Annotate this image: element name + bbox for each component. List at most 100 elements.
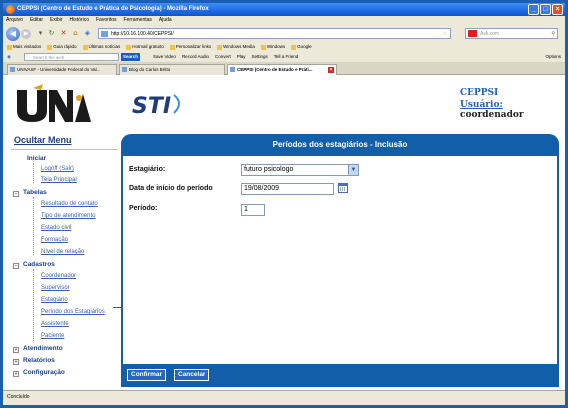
toolbar-item[interactable]: Tell a Friend [274,52,299,62]
forward-icon[interactable]: ▶ [21,29,31,39]
expander-expand-icon[interactable]: + [13,359,19,365]
menu-arquivo[interactable]: Arquivo [6,16,23,25]
cancel-button[interactable]: Cancelar [174,369,210,381]
sidebar-menu: Ocultar Menu Iniciar Logoff (Sair) Tela … [11,133,118,383]
page-content: STI CEPPSI Usuário: coordenador Ocultar … [3,76,565,390]
search-magnifier-icon[interactable]: ⚲ [551,29,555,39]
tab-univasf[interactable]: UNIVASF - Universidade Federal do Val... [7,64,117,75]
toolbar-options[interactable]: Options [545,52,561,62]
section-relatorios[interactable]: Relatórios [23,357,55,364]
toolbar-item[interactable]: Convert [215,52,231,62]
bookmark-item[interactable]: Hotmail gratuito [126,42,164,52]
tab-ceppsi[interactable]: CEPPSI (Centro de Estudo e Práti... × [227,64,337,75]
form-title: Períodos dos estagiários - Inclusão [121,134,559,156]
univasf-logo [17,84,91,122]
calendar-icon[interactable] [338,183,348,193]
bookmark-icon [47,44,53,50]
search-bar[interactable]: Ask.com ⚲ [465,28,558,39]
sidebar-item-coordenador[interactable]: Coordenador [41,273,76,279]
page-info-icon[interactable]: ◈ [83,29,92,38]
sidebar-item-tipo-atendimento[interactable]: Tipo de atendimento [41,213,95,219]
bookmark-item[interactable]: Personalizar links [169,42,211,52]
chevron-down-icon[interactable]: ▼ [348,165,358,175]
confirm-button[interactable]: Confirmar [127,369,167,381]
browser-window: CEPPSI (Centro de Estudo e Prática de Ps… [0,0,568,408]
window-controls: _ □ × [528,4,563,15]
sidebar-item-formacao[interactable]: Formação [41,237,68,243]
tab-strip: UNIVASF - Universidade Federal do Val...… [3,62,565,75]
bookmark-item[interactable]: Google [291,42,312,52]
menu-favoritos[interactable]: Favoritos [96,16,117,25]
toolbar-item[interactable]: Record Audio [182,52,209,62]
data-inicio-label: Data de início do período [129,185,213,192]
bookmark-icon [7,44,12,50]
menu-ferramentas[interactable]: Ferramentas [124,16,152,25]
dropdown-history-icon[interactable]: ▾ [36,29,45,38]
home-icon[interactable]: ⌂ [71,29,80,38]
sidebar-item-logoff[interactable]: Logoff (Sair) [41,166,74,172]
section-iniciar[interactable]: Iniciar [27,155,46,162]
minimize-button[interactable]: _ [528,4,539,15]
expander-collapse-icon[interactable]: − [13,263,19,269]
toolbar-item[interactable]: Save Video [153,52,176,62]
estagiario-select[interactable]: futuro psicologo ▼ [241,164,359,176]
sidebar-item-supervisor[interactable]: Supervisor [41,285,70,291]
bookmark-item[interactable]: Windows Media [217,42,255,52]
tree-line [33,269,34,341]
menu-editar[interactable]: Editar [30,16,43,25]
menu-exibir[interactable]: Exibir [50,16,63,25]
address-bar[interactable]: http://10.16.100.40/CEPPSI/ ☆ [98,28,451,39]
expander-collapse-icon[interactable]: − [13,191,19,197]
data-inicio-input[interactable]: 19/08/2009 [241,183,334,195]
expander-expand-icon[interactable]: + [13,371,19,377]
sidebar-item-resultado-contato[interactable]: Resultado de contato [41,201,98,207]
hide-menu-link[interactable]: Ocultar Menu [14,135,72,145]
tab-favicon [10,67,15,72]
sidebar-item-paciente[interactable]: Paciente [41,333,64,339]
periodo-input[interactable]: 1 [241,204,265,216]
sidebar-item-tela-principal[interactable]: Tela Principal [41,177,77,183]
site-favicon [101,31,108,37]
bookmark-star-icon[interactable]: ☆ [443,29,447,39]
reload-icon[interactable]: ↻ [47,29,56,38]
window-title: CEPPSI (Centro de Estudo e Prática de Ps… [17,6,209,12]
close-window-button[interactable]: × [552,4,563,15]
tree-line [33,163,34,183]
search-placeholder: Ask.com [480,31,500,37]
user-label[interactable]: Usuário: [460,100,503,110]
back-icon[interactable]: ◀ [6,27,20,41]
section-cadastros[interactable]: Cadastros [23,261,55,268]
bookmark-item[interactable]: Windows [260,42,285,52]
bookmark-item[interactable]: Guia rápido [47,42,77,52]
menu-historico[interactable]: Histórico [70,16,89,25]
sidebar-item-estado-civil[interactable]: Estado civil [41,225,71,231]
toolbar-item[interactable]: Play [237,52,246,62]
toolbar-search-input[interactable]: Search the web [24,53,119,61]
section-atendimento[interactable]: Atendimento [23,345,63,352]
sidebar-item-estagiario[interactable]: Estagiário [41,297,68,303]
sidebar-item-nivel-relacao[interactable]: Nível de relação [41,249,84,255]
search-engine-icon[interactable] [468,30,477,37]
toolbar-logo-icon: ◉ [7,54,11,59]
section-configuracao[interactable]: Configuração [23,369,65,376]
bookmark-icon [217,44,223,50]
form-panel: Períodos dos estagiários - Inclusão Esta… [121,134,559,387]
menu-ajuda[interactable]: Ajuda [159,16,172,25]
stop-icon[interactable]: ✕ [59,29,68,38]
toolbar-search-button[interactable]: Search [121,53,141,61]
firefox-icon [6,5,15,14]
sidebar-item-periodo-estagiarios[interactable]: Período dos Estagiários [41,309,105,315]
navigation-bar: ◀ ▶ ▾ ↻ ✕ ⌂ ◈ http://10.16.100.40/CEPPSI… [3,25,565,42]
estagiario-selected: futuro psicologo [244,166,294,173]
expander-expand-icon[interactable]: + [13,347,19,353]
sidebar-item-assistente[interactable]: Assistente [41,321,69,327]
form-body: Estagiário: futuro psicologo ▼ Data de i… [121,156,559,364]
section-tabelas[interactable]: Tabelas [23,189,47,196]
toolbar-item[interactable]: Settings [252,52,268,62]
bookmark-item[interactable]: Últimas notícias [82,42,120,52]
bookmark-item[interactable]: Mais visitados [7,42,41,52]
maximize-button[interactable]: □ [540,4,551,15]
tab-blog[interactable]: Blog do Carlos Britto [119,64,225,75]
tab-close-icon[interactable]: × [328,67,334,73]
bookmark-icon [82,44,88,50]
